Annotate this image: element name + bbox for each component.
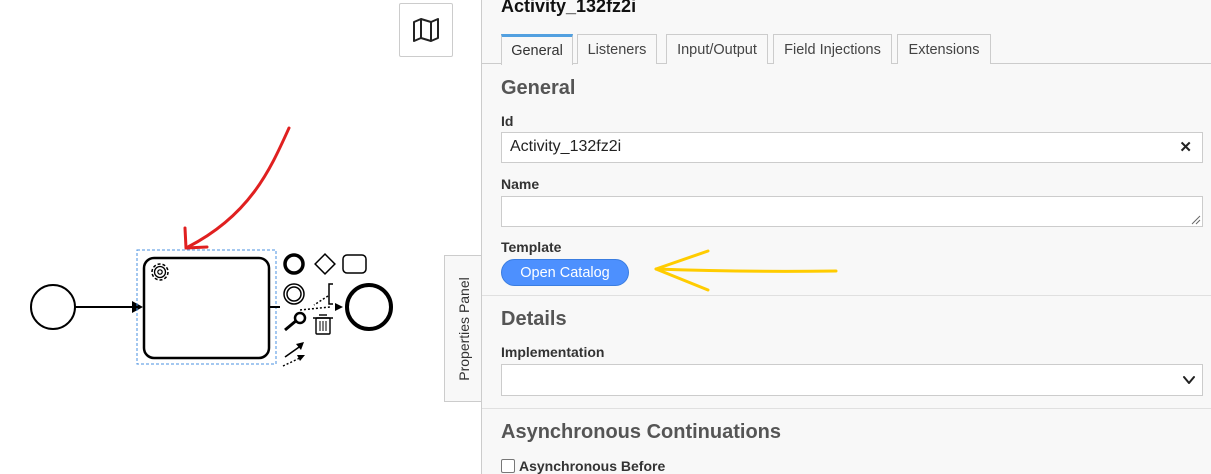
async-before-label: Asynchronous Before bbox=[519, 458, 666, 474]
group-title-details: Details bbox=[501, 308, 567, 330]
implementation-select[interactable] bbox=[501, 364, 1203, 396]
template-label: Template bbox=[501, 239, 562, 255]
map-icon bbox=[413, 18, 439, 42]
properties-panel-toggle[interactable]: Properties Panel bbox=[444, 255, 482, 402]
append-text-annotation-icon[interactable] bbox=[313, 283, 333, 306]
diagram-svg bbox=[30, 126, 393, 367]
end-event[interactable] bbox=[345, 283, 393, 331]
minimap-toggle-button[interactable] bbox=[399, 3, 453, 57]
group-divider bbox=[482, 295, 1211, 296]
append-gateway-icon[interactable] bbox=[314, 253, 336, 275]
properties-panel: Activity_132fz2i General Listeners Input… bbox=[481, 0, 1211, 474]
append-task-icon[interactable] bbox=[342, 254, 367, 274]
start-event[interactable] bbox=[30, 284, 76, 330]
trash-icon[interactable] bbox=[313, 314, 333, 335]
append-intermediate-event-icon[interactable] bbox=[283, 283, 305, 305]
properties-panel-toggle-label: Properties Panel bbox=[455, 276, 472, 381]
wrench-icon[interactable] bbox=[284, 311, 307, 332]
async-before-checkbox[interactable] bbox=[501, 459, 515, 473]
panel-header-title: Activity_132fz2i bbox=[501, 0, 637, 16]
id-label: Id bbox=[501, 113, 514, 129]
tab-input-output[interactable]: Input/Output bbox=[666, 34, 768, 64]
tab-field-injections[interactable]: Field Injections bbox=[773, 34, 892, 64]
id-field-value: Activity_132fz2i bbox=[510, 138, 622, 155]
tab-bar: General Listeners Input/Output Field Inj… bbox=[482, 34, 1211, 65]
connect-arrow-icon[interactable] bbox=[282, 342, 305, 367]
group-title-async: Asynchronous Continuations bbox=[501, 421, 781, 443]
tab-general[interactable]: General bbox=[501, 34, 573, 65]
tab-extensions[interactable]: Extensions bbox=[897, 34, 991, 64]
open-catalog-button[interactable]: Open Catalog bbox=[501, 259, 629, 286]
group-title-general: General bbox=[501, 77, 576, 99]
red-annotation-arrow bbox=[183, 126, 291, 250]
tab-listeners[interactable]: Listeners bbox=[577, 34, 657, 64]
sequence-flow-arrowhead bbox=[132, 301, 143, 313]
append-end-event-icon[interactable] bbox=[283, 253, 305, 275]
id-field[interactable]: Activity_132fz2i ✕ bbox=[501, 132, 1203, 163]
group-divider bbox=[482, 408, 1211, 409]
clear-icon[interactable]: ✕ bbox=[1179, 138, 1192, 156]
yellow-annotation-arrow bbox=[654, 249, 838, 292]
implementation-label: Implementation bbox=[501, 344, 605, 360]
bpmn-canvas[interactable]: Properties Panel bbox=[0, 0, 482, 474]
name-label: Name bbox=[501, 176, 540, 192]
chevron-down-icon bbox=[1183, 376, 1195, 384]
resize-grip-icon[interactable] bbox=[1191, 215, 1201, 225]
name-field[interactable] bbox=[501, 196, 1203, 227]
connection-line bbox=[299, 303, 343, 311]
async-before-row[interactable]: Asynchronous Before bbox=[501, 458, 665, 474]
